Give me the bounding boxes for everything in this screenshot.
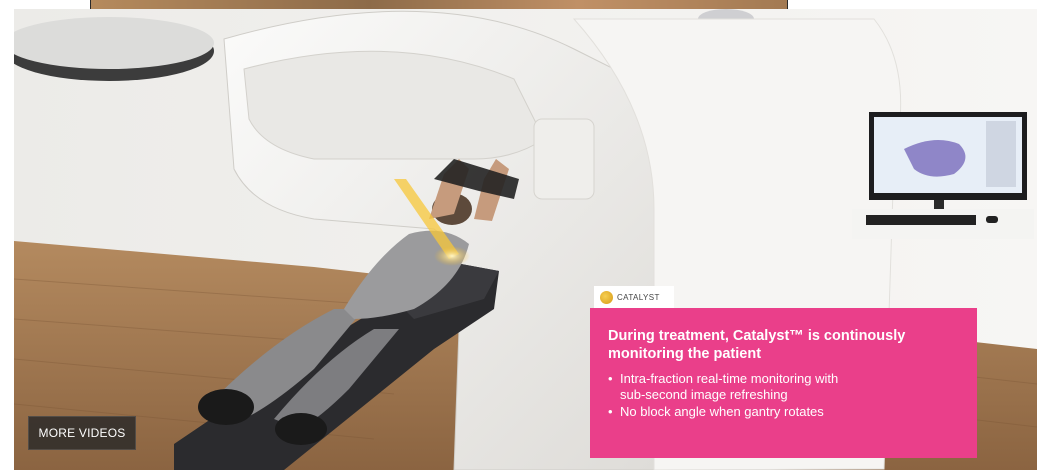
catalyst-brand-label: CATALYST — [617, 292, 660, 302]
overlay-bullet-list: Intra-fraction real-time monitoring with… — [608, 371, 959, 420]
overlay-title-line-2: monitoring the patient — [608, 346, 762, 362]
catalyst-brand-tab: CATALYST — [594, 286, 674, 308]
overlay-title-line-1: During treatment, Catalyst™ is continous… — [608, 328, 906, 344]
more-videos-button[interactable]: MORE VIDEOS — [28, 416, 136, 450]
catalyst-logo-icon — [600, 290, 613, 304]
overlay-bullet: Intra-fraction real-time monitoring with… — [608, 371, 959, 403]
overlay-bullet: No block angle when gantry rotates — [608, 404, 959, 420]
overlay-title: During treatment, Catalyst™ is continous… — [608, 327, 959, 363]
video-player[interactable]: MORE VIDEOS CATALYST During treatment, C… — [14, 9, 1037, 470]
monitor-display — [852, 112, 1034, 239]
info-overlay-card: During treatment, Catalyst™ is continous… — [590, 308, 977, 458]
